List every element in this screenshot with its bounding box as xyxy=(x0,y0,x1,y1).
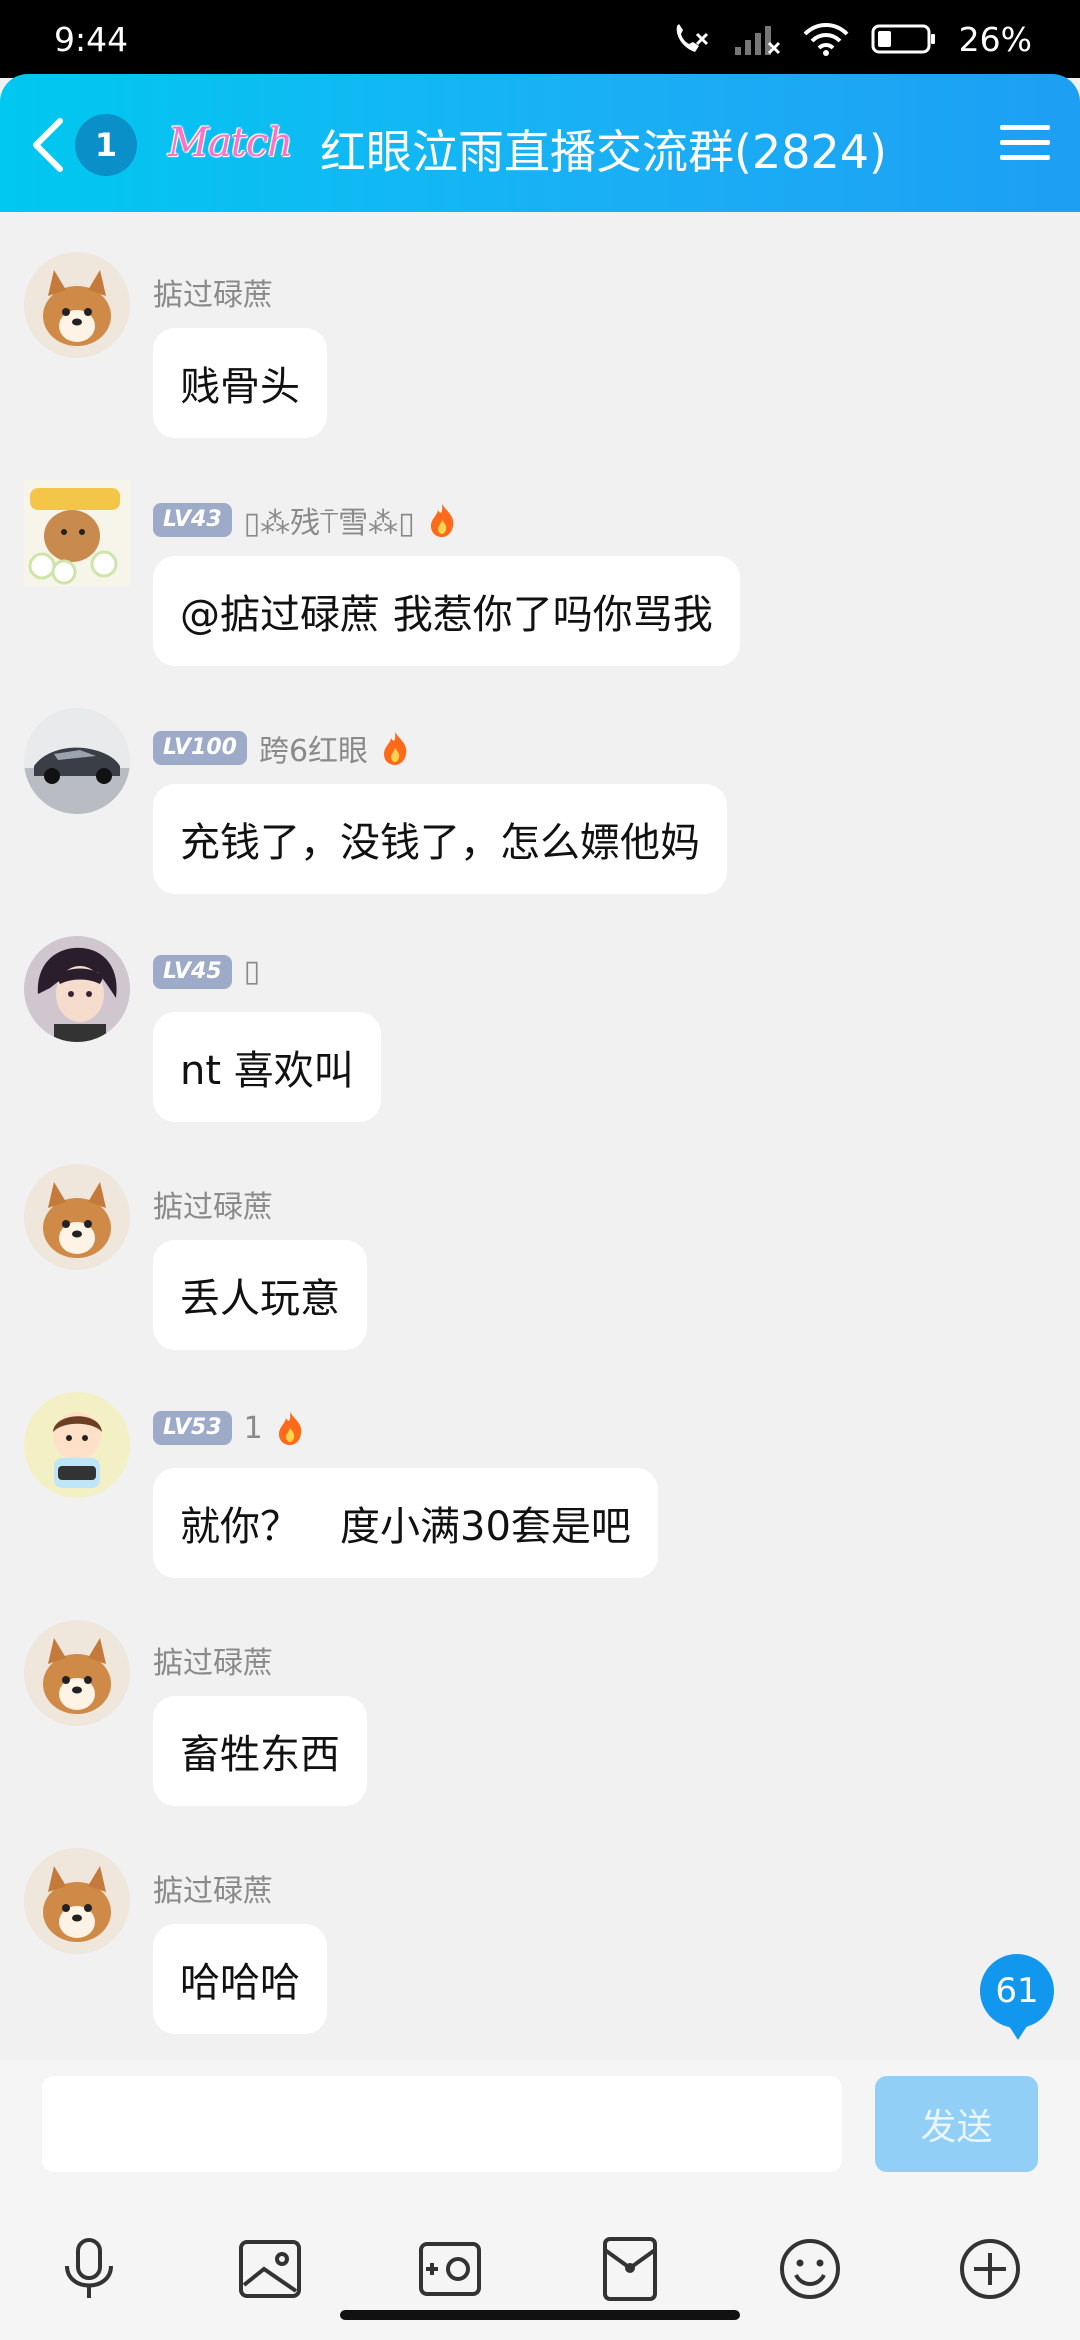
message-meta: LV43 ▯⁂残⍑雪⁂▯ xyxy=(153,498,457,542)
back-arrow-icon xyxy=(33,118,63,172)
level-badge: LV43 xyxy=(153,503,232,537)
send-button[interactable]: 发送 xyxy=(875,2076,1038,2172)
menu-button[interactable] xyxy=(1000,118,1050,168)
message-bubble[interactable]: 丢人玩意 xyxy=(153,1240,367,1350)
camera-icon xyxy=(419,2242,481,2296)
car-avatar[interactable] xyxy=(24,708,130,814)
match-logo: Match xyxy=(168,120,293,166)
red-packet-button[interactable] xyxy=(595,2234,665,2304)
message-bubble[interactable]: 就你？ 度小满30套是吧 xyxy=(153,1468,658,1578)
cartoon-kid-avatar[interactable] xyxy=(24,1392,130,1498)
fire-icon xyxy=(384,732,407,765)
message-meta: 掂过碌蔗 xyxy=(153,1866,273,1910)
message-bubble[interactable]: 贱骨头 xyxy=(153,328,327,438)
message-bubble[interactable]: nt 喜欢叫 xyxy=(153,1012,381,1122)
status-time: 9:44 xyxy=(54,19,129,59)
more-button[interactable] xyxy=(955,2234,1025,2304)
message-meta: LV53 1 xyxy=(153,1410,305,1446)
input-area: 发送 xyxy=(0,2060,1080,2340)
shiba-dog-avatar[interactable] xyxy=(24,1620,130,1726)
cartoon-flower-avatar[interactable] xyxy=(24,480,130,586)
sender-name[interactable]: 掂过碌蔗 xyxy=(153,270,273,314)
message-list[interactable]: 掂过碌蔗 贱骨头 LV43 ▯⁂残⍑雪⁂▯ @掂过碌蔗 我惹你了吗你骂我 LV1… xyxy=(0,212,1080,2060)
message-meta: LV45 ▯ xyxy=(153,954,260,989)
camera-button[interactable] xyxy=(415,2234,485,2304)
fire-icon xyxy=(430,504,453,537)
message-bubble[interactable]: 畜牲东西 xyxy=(153,1696,367,1806)
voice-button[interactable] xyxy=(54,2234,124,2304)
message-bubble[interactable]: 哈哈哈 xyxy=(153,1924,327,2034)
fire-icon xyxy=(278,1412,302,1445)
chat-header: 1 Match 红眼泣雨直播交流群(2824) xyxy=(0,74,1080,212)
sender-name[interactable]: 掂过碌蔗 xyxy=(153,1638,273,1682)
red-packet-icon xyxy=(603,2237,657,2301)
wifi-icon xyxy=(803,22,849,56)
shiba-dog-avatar[interactable] xyxy=(24,1164,130,1270)
sender-name[interactable]: ▯⁂残⍑雪⁂▯ xyxy=(244,498,415,542)
level-badge: LV100 xyxy=(153,731,247,765)
plus-icon xyxy=(960,2239,1020,2299)
anime-boy-avatar[interactable] xyxy=(24,936,130,1042)
signal-icon xyxy=(733,23,781,55)
status-icons: 26% xyxy=(671,20,1032,59)
new-message-count-badge[interactable]: 61 xyxy=(980,1954,1054,2040)
level-badge: LV53 xyxy=(153,1411,232,1445)
level-badge: LV45 xyxy=(153,954,232,989)
image-icon xyxy=(239,2240,301,2298)
call-icon xyxy=(671,22,711,56)
sender-name[interactable]: 1 xyxy=(244,1411,263,1446)
message-input[interactable] xyxy=(42,2076,842,2172)
home-indicator[interactable] xyxy=(340,2310,740,2320)
shiba-dog-avatar[interactable] xyxy=(24,1848,130,1954)
emoji-icon xyxy=(780,2239,840,2299)
status-bar: 9:44 26% xyxy=(0,0,1080,78)
message-bubble[interactable]: 充钱了，没钱了，怎么嫖他妈 xyxy=(153,784,727,894)
message-bubble[interactable]: @掂过碌蔗 我惹你了吗你骂我 xyxy=(153,556,740,666)
sender-name[interactable]: ▯ xyxy=(244,954,261,989)
battery-icon xyxy=(871,23,937,55)
message-meta: LV100 跨6红眼 xyxy=(153,726,410,770)
message-meta: 掂过碌蔗 xyxy=(153,1182,273,1226)
microphone-icon xyxy=(65,2238,113,2298)
sender-name[interactable]: 掂过碌蔗 xyxy=(153,1866,273,1910)
shiba-dog-avatar[interactable] xyxy=(24,252,130,358)
message-meta: 掂过碌蔗 xyxy=(153,270,273,314)
emoji-button[interactable] xyxy=(775,2234,845,2304)
battery-percent: 26% xyxy=(958,19,1032,59)
message-meta: 掂过碌蔗 xyxy=(153,1638,273,1682)
sender-name[interactable]: 掂过碌蔗 xyxy=(153,1182,273,1226)
menu-icon xyxy=(1000,125,1050,160)
image-button[interactable] xyxy=(235,2234,305,2304)
unread-count-badge[interactable]: 1 xyxy=(75,114,137,176)
sender-name[interactable]: 跨6红眼 xyxy=(259,726,368,770)
group-title[interactable]: 红眼泣雨直播交流群(2824) xyxy=(320,116,887,182)
